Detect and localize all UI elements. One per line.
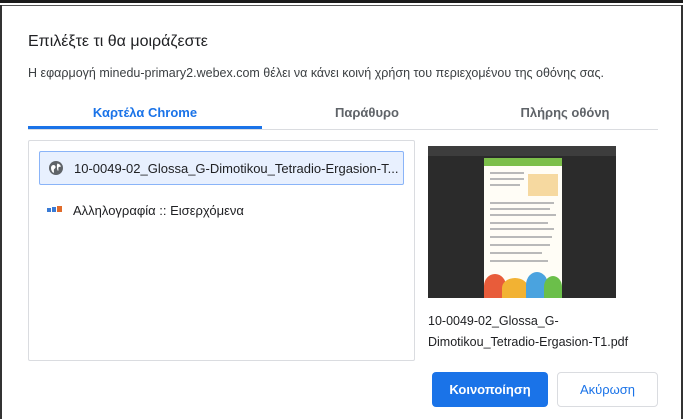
list-item-label: Αλληλογραφία :: Εισερχόμενα: [73, 202, 244, 218]
tab-chrome-tab[interactable]: Καρτέλα Chrome: [28, 96, 262, 128]
preview-caption: 10-0049-02_Glossa_G-Dimotikou_Tetradio-E…: [428, 314, 629, 349]
list-item-label: 10-0049-02_Glossa_G-Dimotikou_Tetradio-E…: [74, 160, 399, 176]
dialog-subtitle: Η εφαρμογή minedu-primary2.webex.com θέλ…: [28, 66, 605, 80]
window-left-border: [0, 5, 2, 419]
source-list: 10-0049-02_Glossa_G-Dimotikou_Tetradio-E…: [28, 140, 415, 361]
window-top-border-inner: [0, 5, 683, 6]
share-button[interactable]: Κοινοποίηση: [432, 372, 548, 407]
mail-app-icon: [47, 202, 63, 218]
window-top-border: [0, 0, 683, 3]
cancel-button[interactable]: Ακύρωση: [557, 372, 658, 407]
tabs-divider: [28, 129, 658, 130]
list-item-pdf-tab[interactable]: 10-0049-02_Glossa_G-Dimotikou_Tetradio-E…: [39, 151, 404, 185]
globe-icon: [48, 160, 64, 176]
dialog-title: Επιλέξτε τι θα μοιράζεστε: [28, 33, 208, 50]
tab-window[interactable]: Παράθυρο: [262, 96, 472, 128]
tab-entire-screen[interactable]: Πλήρης οθόνη: [472, 96, 658, 128]
list-item-mail-tab[interactable]: Αλληλογραφία :: Εισερχόμενα: [39, 193, 404, 227]
tab-preview-thumbnail: [428, 146, 616, 298]
